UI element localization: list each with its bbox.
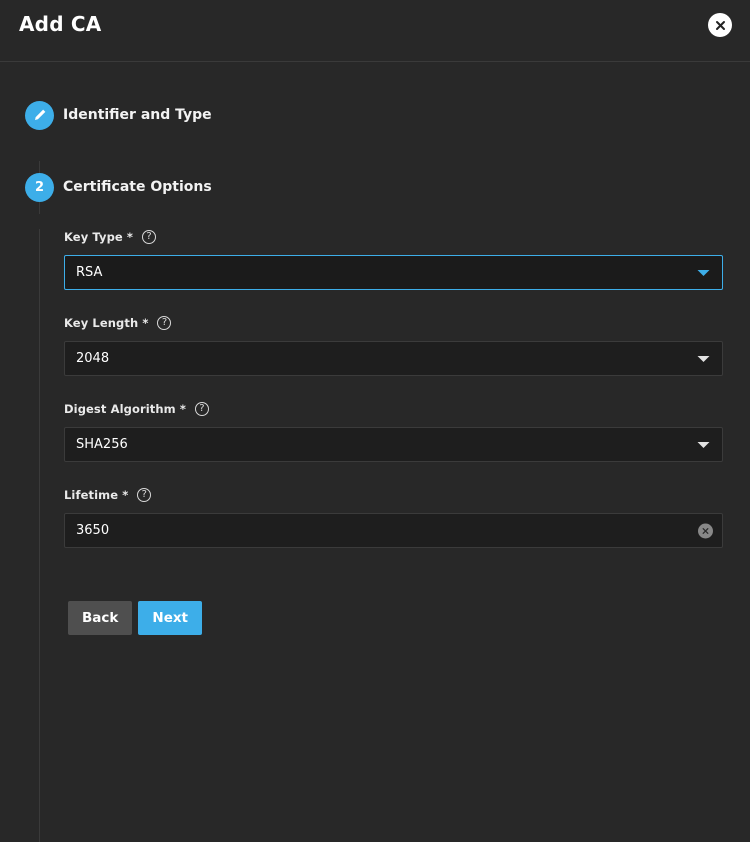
lifetime-input[interactable]: 3650	[64, 513, 723, 548]
key-length-select[interactable]: 2048	[64, 341, 723, 376]
help-icon[interactable]: ?	[194, 402, 209, 416]
field-key-type: Key Type * ? RSA	[64, 229, 723, 290]
help-icon[interactable]: ?	[157, 316, 172, 330]
stepper: Identifier and Type 2 Certificate Option…	[0, 99, 750, 842]
help-icon[interactable]: ?	[142, 230, 157, 244]
close-icon	[714, 19, 727, 32]
digest-algorithm-select[interactable]: SHA256	[64, 427, 723, 462]
page-title: Add CA	[19, 12, 102, 36]
help-icon[interactable]: ?	[137, 488, 152, 502]
step-marker-1[interactable]	[25, 100, 54, 130]
form-actions: Back Next	[0, 601, 750, 635]
field-label: Key Type *	[64, 230, 134, 244]
field-lifetime: Lifetime * ? 3650	[64, 487, 723, 548]
stepper-step-label: Certificate Options	[63, 179, 212, 195]
key-length-value: 2048	[76, 351, 110, 366]
clear-icon[interactable]	[698, 523, 713, 538]
key-type-value: RSA	[76, 265, 103, 280]
stepper-step-identifier-and-type[interactable]: Identifier and Type	[0, 99, 750, 131]
stepper-step-certificate-options[interactable]: 2 Certificate Options	[0, 171, 750, 203]
pencil-icon	[33, 108, 47, 122]
stepper-step-label: Identifier and Type	[63, 107, 212, 123]
chevron-down-icon	[697, 269, 710, 277]
key-type-select[interactable]: RSA	[64, 255, 723, 290]
close-button[interactable]	[708, 13, 732, 37]
dialog-header: Add CA	[0, 0, 750, 62]
field-label-row: Lifetime * ?	[64, 487, 723, 503]
certificate-options-form: Key Type * ? RSA Key Length * ? 2048 Dig…	[0, 203, 750, 548]
field-label-row: Key Length * ?	[64, 315, 723, 331]
chevron-down-icon	[697, 441, 710, 449]
field-label: Digest Algorithm *	[64, 402, 186, 416]
field-label-row: Digest Algorithm * ?	[64, 401, 723, 417]
digest-algorithm-value: SHA256	[76, 437, 128, 452]
field-label-row: Key Type * ?	[64, 229, 723, 245]
back-button[interactable]: Back	[68, 601, 133, 635]
lifetime-value: 3650	[76, 523, 110, 538]
field-digest-algorithm: Digest Algorithm * ? SHA256	[64, 401, 723, 462]
chevron-down-icon	[697, 355, 710, 363]
field-key-length: Key Length * ? 2048	[64, 315, 723, 376]
next-button[interactable]: Next	[138, 601, 203, 635]
field-label: Key Length *	[64, 316, 149, 330]
field-label: Lifetime *	[64, 488, 129, 502]
step-marker-2[interactable]: 2	[25, 172, 54, 202]
